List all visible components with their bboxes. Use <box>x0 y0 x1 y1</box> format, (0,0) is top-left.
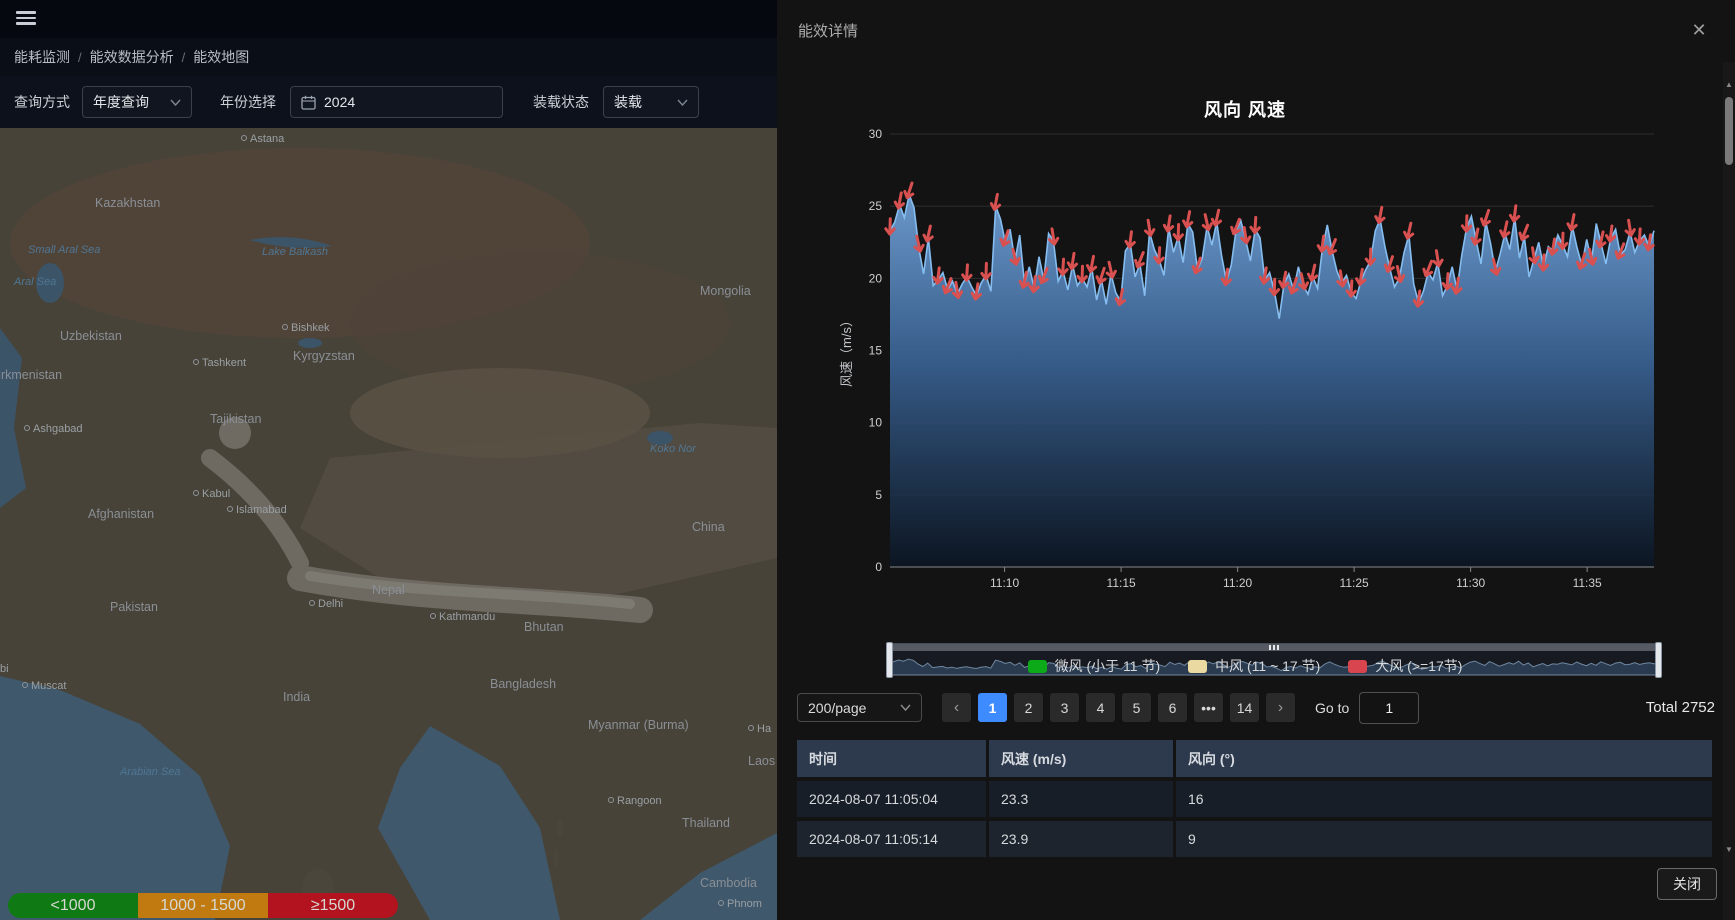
legend-swatch <box>1188 660 1207 673</box>
datazoom-rail[interactable] <box>889 644 1659 651</box>
svg-text:5: 5 <box>875 488 882 502</box>
load-state-value: 装载 <box>614 92 642 112</box>
legend-swatch <box>1028 660 1047 673</box>
year-value: 2024 <box>324 94 355 110</box>
table-column-header: 时间 <box>797 740 989 777</box>
page-buttons: 123456•••14 <box>971 693 1259 722</box>
chevron-down-icon <box>900 704 911 711</box>
scroll-down-icon[interactable]: ▼ <box>1723 845 1735 854</box>
legend-label: 中风 (11 ~ 17 节) <box>1215 656 1320 676</box>
table-column-header: 风向 (°) <box>1176 740 1712 777</box>
svg-text:10: 10 <box>869 416 883 430</box>
total-count: Total 2752 <box>1646 699 1715 716</box>
datazoom-handle-left[interactable] <box>886 642 893 678</box>
svg-text:11:30: 11:30 <box>1456 576 1485 590</box>
map-terrain <box>0 128 777 920</box>
map-range-segment: 1000 - 1500 <box>138 893 268 918</box>
chevron-down-icon <box>170 99 181 106</box>
page-ellipsis-button[interactable]: ••• <box>1194 693 1223 722</box>
page-button[interactable]: 3 <box>1050 693 1079 722</box>
query-toolbar: 查询方式 年度查询 年份选择 2024 装载状态 装载 <box>0 76 777 128</box>
svg-text:0: 0 <box>875 560 882 574</box>
table-row[interactable]: 2024-08-07 11:05:0423.316 <box>797 777 1712 817</box>
app-header <box>0 0 777 38</box>
map-range-segment: ≥1500 <box>268 893 398 918</box>
breadcrumb-separator: / <box>78 50 82 65</box>
hamburger-menu-icon[interactable] <box>16 11 36 27</box>
breadcrumb-item[interactable]: 能效数据分析 <box>90 47 174 67</box>
year-picker[interactable]: 2024 <box>290 86 503 118</box>
page-size-value: 200/page <box>808 700 866 716</box>
goto-label: Go to <box>1315 700 1349 716</box>
map-range-legend: <10001000 - 1500≥1500 <box>8 893 398 918</box>
breadcrumb-separator: / <box>182 50 186 65</box>
page-button[interactable]: 14 <box>1230 693 1259 722</box>
svg-text:15: 15 <box>869 344 883 358</box>
page-size-select[interactable]: 200/page <box>797 693 922 722</box>
close-icon[interactable]: ✕ <box>1689 20 1709 40</box>
table-cell: 23.9 <box>989 817 1176 857</box>
table-row[interactable]: 2024-08-07 11:05:1423.99 <box>797 817 1712 857</box>
svg-text:20: 20 <box>869 271 883 285</box>
datazoom-handle-right[interactable] <box>1655 642 1662 678</box>
breadcrumb-item[interactable]: 能耗监测 <box>14 47 70 67</box>
svg-text:11:10: 11:10 <box>990 576 1019 590</box>
svg-text:11:35: 11:35 <box>1573 576 1602 590</box>
legend-label: 微风 (小于 11 节) <box>1055 656 1161 676</box>
map-range-segment: <1000 <box>8 893 138 918</box>
drawer-title: 能效详情 <box>798 20 858 41</box>
chevron-down-icon <box>677 99 688 106</box>
chart-title: 风向 风速 <box>830 96 1660 122</box>
svg-text:风速（m/s）: 风速（m/s） <box>839 314 854 387</box>
load-state-label: 装载状态 <box>533 92 589 112</box>
svg-text:11:25: 11:25 <box>1340 576 1369 590</box>
page-button[interactable]: 1 <box>978 693 1007 722</box>
energy-efficiency-map[interactable]: AstanaKazakhstanSmall Aral SeaAral SeaLa… <box>0 128 777 920</box>
pagination: 200/page ‹ 123456•••14 › Go to Total 275… <box>797 692 1715 723</box>
page-button[interactable]: 5 <box>1122 693 1151 722</box>
svg-text:30: 30 <box>869 127 883 141</box>
app-window: 能耗监测/能效数据分析/能效地图 查询方式 年度查询 年份选择 2024 装载状… <box>0 0 1735 920</box>
query-mode-select[interactable]: 年度查询 <box>82 86 192 118</box>
legend-item[interactable]: 中风 (11 ~ 17 节) <box>1188 656 1320 676</box>
drawer-scrollbar[interactable]: ▲ ▼ <box>1723 62 1735 920</box>
breadcrumb-item[interactable]: 能效地图 <box>193 47 249 67</box>
svg-text:25: 25 <box>869 199 883 213</box>
legend-item[interactable]: 大风 (>=17节) <box>1348 656 1462 676</box>
chart-legend: 微风 (小于 11 节) 中风 (11 ~ 17 节) 大风 (>=17节) <box>830 656 1660 676</box>
prev-page-button[interactable]: ‹ <box>942 693 971 722</box>
table-cell: 23.3 <box>989 777 1176 817</box>
wind-data-table: 时间风速 (m/s)风向 (°) 2024-08-07 11:05:0423.3… <box>797 740 1712 857</box>
query-mode-label: 查询方式 <box>14 92 70 112</box>
svg-text:11:15: 11:15 <box>1107 576 1136 590</box>
legend-item[interactable]: 微风 (小于 11 节) <box>1028 656 1161 676</box>
query-mode-value: 年度查询 <box>93 92 149 112</box>
table-cell: 16 <box>1176 777 1712 817</box>
load-state-select[interactable]: 装载 <box>603 86 699 118</box>
table-cell: 2024-08-07 11:05:14 <box>797 817 989 857</box>
scroll-up-icon[interactable]: ▲ <box>1723 80 1735 89</box>
page-button[interactable]: 6 <box>1158 693 1187 722</box>
page-button[interactable]: 4 <box>1086 693 1115 722</box>
table-cell: 2024-08-07 11:05:04 <box>797 777 989 817</box>
goto-page-input[interactable] <box>1359 692 1419 724</box>
wind-chart[interactable]: 0 5 10 15 20 25 30 风速（m/s） 11:10 11:15 11:20 11:25 1… <box>830 120 1660 602</box>
svg-text:11:20: 11:20 <box>1223 576 1252 590</box>
legend-swatch <box>1348 660 1367 673</box>
page-button[interactable]: 2 <box>1014 693 1043 722</box>
year-select-label: 年份选择 <box>220 92 276 112</box>
breadcrumb: 能耗监测 / 能效数据分析 / 能效地图 <box>0 38 777 76</box>
scrollbar-thumb[interactable] <box>1725 97 1733 165</box>
next-page-button[interactable]: › <box>1266 693 1295 722</box>
table-column-header: 风速 (m/s) <box>989 740 1176 777</box>
table-cell: 9 <box>1176 817 1712 857</box>
datazoom-grip-icon[interactable] <box>1267 645 1281 650</box>
detail-drawer: 能效详情 ✕ 风向 风速 051015202530风速（m/s）11:1011:… <box>777 0 1735 920</box>
calendar-icon <box>301 95 316 110</box>
close-button[interactable]: 关闭 <box>1657 868 1717 900</box>
map-page: 能耗监测 / 能效数据分析 / 能效地图 查询方式 年度查询 年份选择 2024 装载状… <box>0 0 777 920</box>
legend-label: 大风 (>=17节) <box>1375 656 1462 676</box>
